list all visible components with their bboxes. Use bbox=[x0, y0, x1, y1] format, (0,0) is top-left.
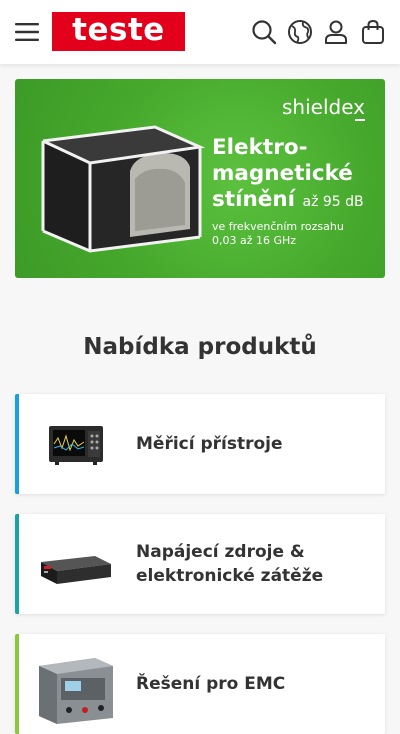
banner-headline: Elektro- magnetické stínění až 95 dB bbox=[212, 135, 364, 215]
banner-db-value: až 95 dB bbox=[302, 194, 364, 210]
banner-headline-line3: stínění až 95 dB bbox=[212, 187, 364, 212]
shopping-bag-icon[interactable] bbox=[359, 18, 387, 46]
shielding-tent-image bbox=[41, 125, 205, 253]
product-card-measuring-instruments[interactable]: Měřicí přístroje bbox=[15, 394, 385, 494]
globe-icon[interactable] bbox=[286, 18, 314, 46]
product-card-label: Řešení pro EMC bbox=[136, 674, 286, 694]
banner-subtext: ve frekvenčním rozsahu 0,03 až 16 GHz bbox=[212, 220, 344, 248]
promo-banner[interactable]: shieldex Elektro- magnetické stínění až … bbox=[15, 79, 385, 278]
card-accent bbox=[15, 634, 19, 734]
banner-sub-line2: 0,03 až 16 GHz bbox=[212, 234, 297, 247]
product-card-emc-solutions[interactable]: Řešení pro EMC bbox=[15, 634, 385, 734]
banner-brand: shieldex bbox=[282, 95, 365, 119]
user-icon[interactable] bbox=[322, 18, 350, 46]
products-section-title: Nabídka produktů bbox=[83, 334, 317, 360]
product-card-power-supplies[interactable]: Napájecí zdroje & elektronické zátěže bbox=[15, 514, 385, 614]
card-accent bbox=[15, 394, 19, 494]
product-card-label: Měřicí přístroje bbox=[136, 434, 283, 454]
brand-underline bbox=[355, 119, 365, 121]
banner-headline-line2: magnetické bbox=[212, 161, 353, 186]
card-accent bbox=[15, 514, 19, 614]
banner-sub-line1: ve frekvenčním rozsahu bbox=[212, 220, 344, 233]
product-card-label: Napájecí zdroje & elektronické zátěže bbox=[136, 542, 324, 586]
search-icon[interactable] bbox=[250, 18, 278, 46]
emc-tester-image bbox=[35, 644, 115, 724]
power-supply-image bbox=[35, 524, 115, 604]
oscilloscope-image bbox=[35, 404, 115, 484]
banner-headline-line1: Elektro- bbox=[212, 135, 308, 160]
menu-icon[interactable] bbox=[12, 18, 42, 46]
top-header: teste bbox=[0, 0, 400, 64]
logo[interactable]: teste bbox=[52, 12, 185, 51]
